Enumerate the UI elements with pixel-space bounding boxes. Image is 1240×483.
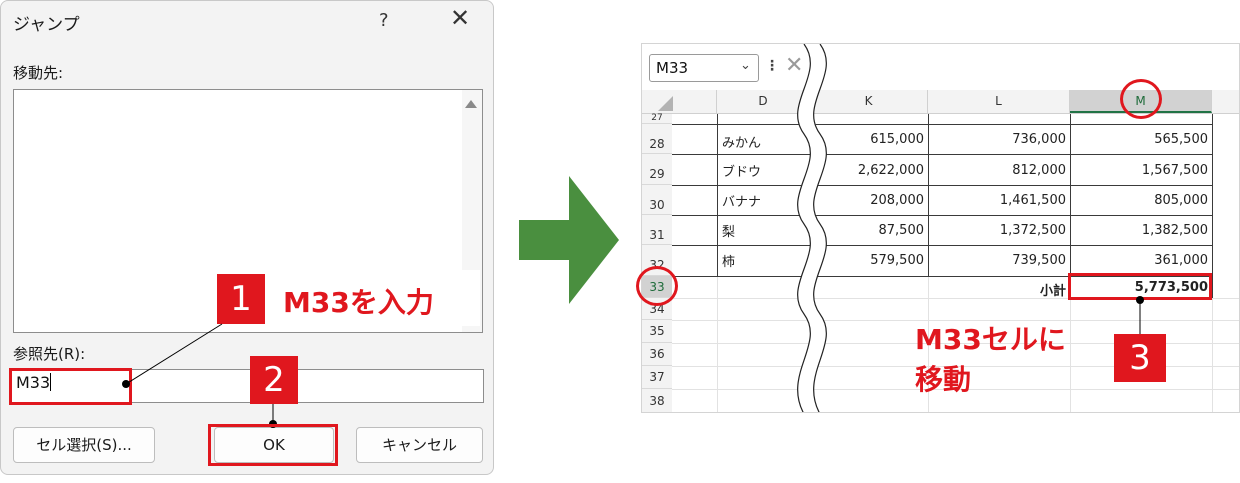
cell-l[interactable]: 812,000 [928, 163, 1070, 178]
step1-leader-line [125, 323, 223, 385]
cell-m[interactable]: 1,567,500 [1070, 163, 1212, 178]
cell-l[interactable]: 1,461,500 [928, 193, 1070, 208]
cell-item[interactable]: バナナ [722, 191, 761, 210]
column-header-L[interactable]: L [928, 90, 1070, 113]
column-break-wave [797, 44, 827, 412]
row-header-35[interactable]: 35 [642, 320, 672, 343]
gridline [717, 276, 718, 412]
callout-lines [122, 323, 277, 428]
right-arrow-icon [519, 176, 619, 304]
row-header-29[interactable]: 29 [642, 154, 672, 185]
step1-leader-dot [122, 380, 130, 388]
table-border [672, 185, 1212, 186]
step3-text: M33セルに 移動 [915, 320, 1066, 400]
table-border [672, 124, 1212, 125]
select-all-corner[interactable] [658, 96, 673, 111]
more-icon[interactable]: ⋮ [765, 58, 779, 74]
cell-l[interactable]: 1,372,500 [928, 223, 1070, 238]
cell-item[interactable]: みかん [722, 132, 761, 151]
column-M-circle [1120, 79, 1162, 119]
table-border [672, 215, 1212, 216]
row-header-27[interactable]: 27 [642, 114, 672, 124]
row-header-30[interactable]: 30 [642, 185, 672, 215]
gridline [1070, 298, 1071, 412]
row-header-37[interactable]: 37 [642, 366, 672, 389]
cell-item[interactable]: ブドウ [722, 161, 761, 180]
ok-button-highlight [208, 424, 338, 466]
step3-text-line2: 移動 [915, 363, 972, 396]
cell-l[interactable]: 736,000 [928, 132, 1070, 147]
cell-m[interactable]: 361,000 [1070, 253, 1212, 268]
chevron-down-icon[interactable]: ⌄ [740, 58, 751, 73]
table-border [672, 245, 1212, 246]
table-border [672, 154, 1212, 155]
cell-m[interactable]: 805,000 [1070, 193, 1212, 208]
step3-leader-dot [1136, 296, 1144, 304]
cell-item[interactable]: 柿 [722, 251, 735, 270]
step3-leader [1136, 296, 1144, 336]
row-33-circle [636, 266, 678, 306]
step3-number: 3 [1114, 334, 1166, 382]
step3-text-line1: M33セルに [915, 323, 1066, 356]
row-header-28[interactable]: 28 [642, 124, 672, 154]
step2-number: 2 [250, 356, 298, 404]
cell-m[interactable]: 565,500 [1070, 132, 1212, 147]
row-header-38[interactable]: 38 [642, 389, 672, 412]
row-header-36[interactable]: 36 [642, 343, 672, 366]
subtotal-label[interactable]: 小計 [928, 280, 1070, 299]
column-header-C[interactable] [672, 90, 717, 113]
cell-m[interactable]: 1,382,500 [1070, 223, 1212, 238]
cell-l[interactable]: 739,500 [928, 253, 1070, 268]
cell-item[interactable]: 梨 [722, 221, 735, 240]
table-border [717, 114, 718, 276]
table-border [1212, 114, 1213, 298]
row-header-31[interactable]: 31 [642, 215, 672, 245]
